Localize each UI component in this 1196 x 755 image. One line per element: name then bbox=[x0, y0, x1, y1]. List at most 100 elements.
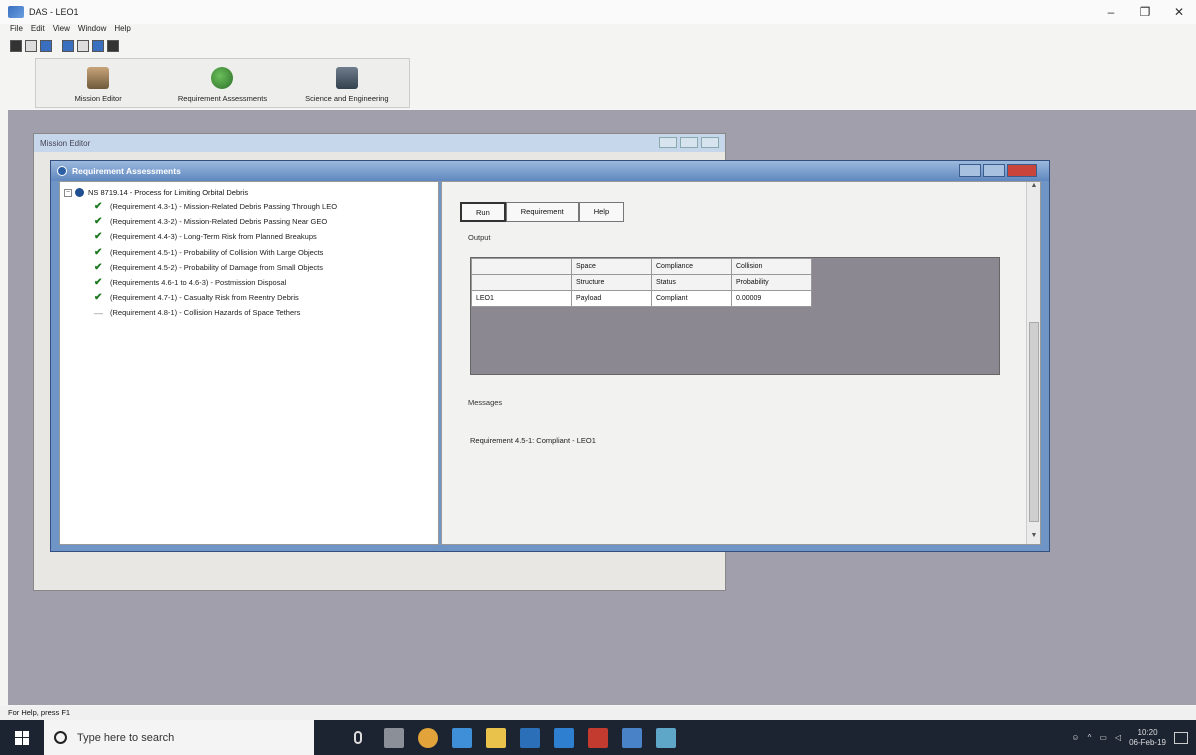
window-controls bbox=[959, 164, 1037, 177]
scroll-thumb[interactable] bbox=[1029, 322, 1039, 522]
save-icon[interactable] bbox=[10, 40, 22, 52]
close-button[interactable] bbox=[1007, 164, 1037, 177]
tree-root[interactable]: − NS 8719.14 - Process for Limiting Orbi… bbox=[64, 186, 438, 199]
outlook-icon[interactable] bbox=[622, 727, 642, 748]
menu-view[interactable]: View bbox=[53, 24, 70, 37]
tree-item[interactable]: ✔ (Requirement 4.4-3) - Long-Term Risk fr… bbox=[64, 229, 438, 244]
vertical-scrollbar[interactable]: ▲ ▼ bbox=[1026, 182, 1040, 544]
people-icon[interactable]: ☺ bbox=[1071, 733, 1079, 742]
module-science-engineering[interactable]: Science and Engineering bbox=[285, 59, 409, 107]
requirement-assessments-icon bbox=[211, 67, 234, 89]
column-header[interactable]: Collision bbox=[731, 258, 812, 275]
microphone-icon[interactable] bbox=[354, 731, 362, 744]
scroll-up-icon[interactable]: ▲ bbox=[1027, 182, 1041, 194]
module-requirement-assessments[interactable]: Requirement Assessments bbox=[160, 59, 284, 107]
window-titlebar: Requirement Assessments bbox=[51, 161, 1049, 181]
checkmark-icon: ✔ bbox=[94, 216, 103, 228]
powerpoint-icon[interactable] bbox=[588, 727, 608, 748]
volume-icon[interactable]: ◁ bbox=[1115, 733, 1121, 742]
chart-icon[interactable] bbox=[77, 40, 89, 52]
word-icon[interactable] bbox=[554, 727, 574, 748]
tree-item[interactable]: ✔ (Requirement 4.3-2) - Mission-Related D… bbox=[64, 214, 438, 229]
checkmark-icon: ✔ bbox=[94, 246, 103, 258]
network-icon[interactable]: ▭ bbox=[1099, 733, 1107, 742]
file-explorer-icon[interactable] bbox=[486, 727, 506, 748]
maximize-button[interactable] bbox=[983, 164, 1005, 177]
minimize-button[interactable] bbox=[659, 137, 677, 148]
database-icon[interactable] bbox=[62, 40, 74, 52]
minimize-button[interactable] bbox=[959, 164, 981, 177]
tree-item[interactable]: ✔ (Requirements 4.6-1 to 4.6-3) - Postmis… bbox=[64, 275, 438, 290]
show-hidden-icons[interactable]: ^ bbox=[1088, 733, 1092, 742]
help-button[interactable]: Help bbox=[578, 202, 625, 222]
start-button[interactable] bbox=[0, 720, 44, 755]
tree-item[interactable]: — (Requirement 4.8-1) - Collision Hazards… bbox=[64, 305, 438, 320]
column-header[interactable]: Structure bbox=[571, 274, 652, 291]
tree-item-label: (Requirement 4.3-2) - Mission-Related De… bbox=[110, 217, 328, 227]
taskbar: Type here to search ☺ ^ ▭ ◁ 10:20 06-Feb… bbox=[0, 720, 1196, 755]
table-cell: 0.00009 bbox=[731, 290, 812, 307]
tree-item[interactable]: ✔ (Requirement 4.5-1) - Probability of Co… bbox=[64, 245, 438, 260]
menu-help[interactable]: Help bbox=[114, 24, 130, 37]
module-label: Science and Engineering bbox=[305, 94, 389, 103]
standard-icon bbox=[75, 188, 84, 197]
menu-window[interactable]: Window bbox=[78, 24, 106, 37]
tree-item[interactable]: ✔ (Requirement 4.3-1) - Mission-Related D… bbox=[64, 199, 438, 214]
menu-file[interactable]: File bbox=[10, 24, 23, 37]
output-table: Space Compliance Collision Structure Sta… bbox=[471, 258, 812, 307]
task-view-icon[interactable] bbox=[384, 727, 404, 748]
taskbar-search[interactable]: Type here to search bbox=[44, 720, 314, 755]
chrome-icon[interactable] bbox=[418, 727, 438, 748]
tree-item[interactable]: ✔ (Requirement 4.5-2) - Probability of Da… bbox=[64, 260, 438, 275]
message-line: Requirement 4.5-1: Compliant - LEO1 bbox=[470, 436, 596, 445]
module-label: Requirement Assessments bbox=[177, 94, 268, 103]
open-icon[interactable] bbox=[40, 40, 52, 52]
collapse-icon[interactable]: − bbox=[64, 188, 72, 197]
edge-icon[interactable] bbox=[452, 727, 472, 748]
checkmark-icon: ✔ bbox=[94, 277, 103, 289]
table-header-row: Space Compliance Collision bbox=[471, 258, 812, 275]
taskbar-apps bbox=[384, 727, 676, 748]
window-title: Requirement Assessments bbox=[72, 166, 181, 176]
column-header[interactable]: Status bbox=[651, 274, 732, 291]
tree-item-label: (Requirement 4.4-3) - Long-Term Risk fro… bbox=[110, 232, 317, 242]
tree-item[interactable]: ✔ (Requirement 4.7-1) - Casualty Risk fro… bbox=[64, 290, 438, 305]
module-mission-editor[interactable]: Mission Editor bbox=[36, 59, 160, 107]
maximize-button[interactable] bbox=[680, 137, 698, 148]
maximize-button[interactable]: ❐ bbox=[1128, 0, 1162, 24]
column-header bbox=[471, 274, 572, 291]
run-button[interactable]: Run bbox=[460, 202, 506, 222]
scroll-down-icon[interactable]: ▼ bbox=[1027, 532, 1041, 544]
column-header[interactable]: Probability bbox=[731, 274, 812, 291]
window-icon bbox=[57, 166, 67, 176]
store-icon[interactable] bbox=[520, 727, 540, 748]
minimize-button[interactable]: – bbox=[1094, 0, 1128, 24]
table-cell: Compliant bbox=[651, 290, 732, 307]
print-icon[interactable] bbox=[25, 40, 37, 52]
notifications-icon[interactable] bbox=[1174, 731, 1188, 744]
tree-item-label: (Requirement 4.8-1) - Collision Hazards … bbox=[110, 308, 301, 318]
book-icon[interactable] bbox=[92, 40, 104, 52]
menu-edit[interactable]: Edit bbox=[31, 24, 45, 37]
checkmark-icon: ✔ bbox=[94, 292, 103, 304]
module-label: Mission Editor bbox=[74, 94, 122, 103]
requirement-button[interactable]: Requirement bbox=[505, 202, 579, 222]
title-bar: DAS - LEO1 – ❐ ✕ bbox=[0, 0, 1196, 24]
calculator-icon[interactable] bbox=[107, 40, 119, 52]
requirement-assessments-window: Requirement Assessments − NS 8719.14 - P… bbox=[50, 160, 1050, 552]
status-bar: For Help, press F1 bbox=[0, 706, 1196, 720]
search-placeholder: Type here to search bbox=[77, 731, 175, 744]
clock[interactable]: 10:20 06-Feb-19 bbox=[1129, 728, 1166, 748]
column-header[interactable]: Space bbox=[571, 258, 652, 275]
table-row[interactable]: LEO1 Payload Compliant 0.00009 bbox=[471, 290, 812, 307]
menu-bar: File Edit View Window Help bbox=[0, 24, 131, 37]
checkmark-icon: ✔ bbox=[94, 261, 103, 273]
toolbar bbox=[10, 38, 119, 54]
tree-item-label: (Requirement 4.5-1) - Probability of Col… bbox=[110, 247, 324, 257]
table-cell: Payload bbox=[571, 290, 652, 307]
close-button[interactable]: ✕ bbox=[1162, 0, 1196, 24]
column-header[interactable]: Compliance bbox=[651, 258, 732, 275]
das-app-icon[interactable] bbox=[656, 727, 676, 748]
close-button[interactable] bbox=[701, 137, 719, 148]
window-title: DAS - LEO1 bbox=[29, 7, 79, 17]
